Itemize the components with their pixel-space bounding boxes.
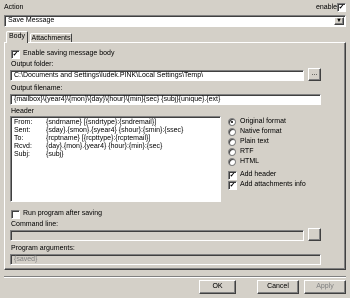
enable-checkbox[interactable]: ✓ bbox=[337, 3, 346, 12]
add-attachments-checkbox[interactable]: ✓ bbox=[228, 181, 237, 190]
browse-command-button[interactable] bbox=[308, 228, 321, 241]
header-row: To: {rcptname} [{rcpttype}:{rcptemail}] bbox=[14, 135, 151, 142]
command-line-label: Command line: bbox=[11, 221, 59, 228]
apply-button[interactable]: Apply bbox=[304, 280, 346, 294]
format-plain-radio[interactable] bbox=[228, 138, 236, 146]
output-filename-label: Output filename: bbox=[11, 85, 63, 92]
check-icon: ✓ bbox=[229, 172, 236, 179]
format-original-radio[interactable] bbox=[228, 118, 236, 126]
add-header-checkbox[interactable]: ✓ bbox=[228, 171, 237, 180]
format-html-radio[interactable] bbox=[228, 158, 236, 166]
format-plain-label: Plain text bbox=[240, 138, 269, 145]
output-folder-field[interactable]: C:\Documents and Settings\ludek.PINK\Loc… bbox=[10, 70, 304, 81]
program-args-value: {saved} bbox=[14, 256, 38, 263]
add-attachments-label: Add attachments info bbox=[240, 181, 306, 188]
format-native-radio[interactable] bbox=[228, 128, 236, 136]
enable-label: enable bbox=[316, 4, 338, 11]
check-icon: ✓ bbox=[229, 182, 236, 189]
command-line-field[interactable] bbox=[10, 230, 304, 241]
output-folder-label: Output folder: bbox=[11, 61, 54, 68]
add-header-label: Add header bbox=[240, 171, 277, 178]
bottom-separator bbox=[4, 276, 346, 278]
cancel-button[interactable]: Cancel bbox=[257, 280, 299, 294]
header-row: Subj: {subj} bbox=[14, 151, 64, 158]
output-filename-value: {mailbox}\{year4}\{mon}\{day}\{hour}\{mi… bbox=[14, 96, 221, 103]
format-original-label: Original format bbox=[240, 118, 286, 125]
enable-saving-label: Enable saving message body bbox=[23, 50, 115, 57]
program-args-field[interactable]: {saved} bbox=[10, 254, 321, 265]
action-label: Action bbox=[4, 4, 24, 11]
format-native-label: Native format bbox=[240, 128, 282, 135]
browse-folder-button[interactable]: ... bbox=[308, 68, 321, 81]
header-row: From: {sndrname} [{sndrtype}:{sndremail}] bbox=[14, 119, 157, 126]
header-textarea[interactable]: From: {sndrname} [{sndrtype}:{sndremail}]… bbox=[10, 116, 221, 202]
output-filename-field[interactable]: {mailbox}\{year4}\{mon}\{day}\{hour}\{mi… bbox=[10, 94, 321, 105]
action-select-value: Save Message bbox=[8, 17, 55, 24]
format-rtf-radio[interactable] bbox=[228, 148, 236, 156]
program-args-label: Program arguments: bbox=[11, 245, 75, 252]
check-icon: ✓ bbox=[338, 4, 345, 11]
chevron-down-icon[interactable]: ▼ bbox=[334, 17, 344, 25]
run-program-checkbox[interactable] bbox=[11, 210, 20, 219]
header-row: Rcvd: {day}.{mon}.{year4} {hour}:{min}:{s… bbox=[14, 143, 163, 150]
enable-saving-checkbox[interactable]: ✓ bbox=[11, 50, 20, 59]
action-select[interactable]: Save Message ▼ bbox=[4, 15, 346, 27]
tab-body[interactable]: Body bbox=[6, 31, 28, 43]
output-folder-value: C:\Documents and Settings\ludek.PINK\Loc… bbox=[14, 72, 204, 79]
run-program-label: Run program after saving bbox=[23, 210, 102, 217]
check-icon: ✓ bbox=[12, 51, 19, 58]
header-row: Sent: {sday}.{smon}.{syear4} {shour}:{smi… bbox=[14, 127, 184, 134]
format-html-label: HTML bbox=[240, 158, 260, 165]
ok-button[interactable]: OK bbox=[199, 280, 236, 294]
format-rtf-label: RTF bbox=[240, 148, 254, 155]
